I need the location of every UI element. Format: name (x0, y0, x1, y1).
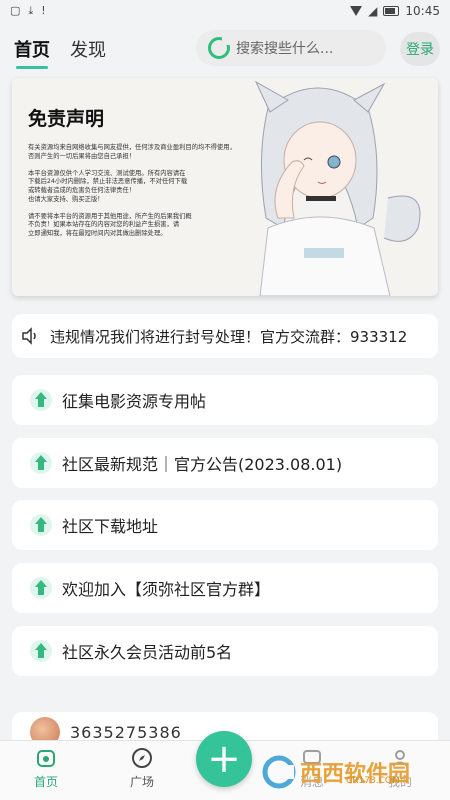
login-button[interactable]: 登录 (400, 32, 440, 66)
notice-text: 违规情况我们将进行封号处理！官方交流群：933312 (50, 327, 408, 346)
banner-title: 免责声明 (28, 108, 105, 130)
post-title: 社区最新规范｜官方公告(2023.08.01) (62, 455, 343, 474)
anime-girl-illustration (254, 80, 421, 296)
create-post-button[interactable]: + (196, 731, 252, 787)
search-input[interactable]: 搜索搜些什么... (196, 30, 386, 66)
nav-square-label: 广场 (129, 775, 154, 789)
status-bar: ▢ ⤓ ! ◢ 10:45 (0, 0, 450, 22)
watermark: 西西软件园 CR173.COM (262, 746, 450, 798)
user-name: 3635275386 (70, 722, 182, 742)
compass-icon (132, 748, 152, 768)
watermark-logo-icon (262, 755, 296, 789)
status-time: 10:45 (405, 4, 440, 18)
notice-bar[interactable]: 违规情况我们将进行封号处理！官方交流群：933312 (12, 314, 438, 358)
pinned-post[interactable]: 社区下载地址 (12, 500, 438, 550)
notification-icon: ▢ (10, 4, 21, 17)
download-icon: ⤓ (28, 4, 34, 17)
home-icon (37, 750, 55, 767)
pin-up-icon (30, 514, 52, 536)
pinned-post[interactable]: 社区永久会员活动前5名 (12, 626, 438, 676)
disclaimer-banner[interactable]: 免责声明 有关资源均来自网络收集与网友提供，任何涉及商业盈利目的均不得使用， 否… (12, 78, 438, 296)
top-bar: 首页 发现 搜索搜些什么... 登录 (0, 26, 450, 72)
alert-icon: ! (41, 4, 46, 17)
pin-up-icon (30, 389, 52, 411)
status-indicators: ◢ 10:45 (350, 4, 440, 18)
post-title: 征集电影资源专用帖 (62, 392, 207, 411)
post-title: 社区下载地址 (62, 517, 159, 536)
speaker-icon (22, 327, 36, 345)
plus-icon: + (207, 736, 241, 782)
battery-icon (383, 6, 400, 16)
signal-icon: ◢ (368, 4, 378, 18)
pinned-post[interactable]: 征集电影资源专用帖 (12, 375, 438, 425)
nav-home[interactable]: 首页 (16, 747, 76, 790)
wifi-icon (350, 6, 363, 16)
pin-up-icon (30, 577, 52, 599)
tab-home[interactable]: 首页 (14, 36, 50, 69)
status-notifications: ▢ ⤓ ! (10, 4, 46, 18)
pin-up-icon (30, 640, 52, 662)
watermark-subtext: CR173.COM (346, 776, 400, 786)
search-placeholder: 搜索搜些什么... (236, 41, 334, 57)
refresh-icon (208, 37, 230, 59)
post-title: 社区永久会员活动前5名 (62, 643, 233, 662)
post-title: 欢迎加入【须弥社区官方群】 (62, 580, 271, 599)
tab-discover[interactable]: 发现 (70, 36, 106, 62)
pinned-post[interactable]: 社区最新规范｜官方公告(2023.08.01) (12, 438, 438, 488)
nav-home-label: 首页 (33, 775, 58, 789)
pin-up-icon (30, 452, 52, 474)
pinned-post[interactable]: 欢迎加入【须弥社区官方群】 (12, 563, 438, 613)
nav-square[interactable]: 广场 (112, 747, 172, 790)
